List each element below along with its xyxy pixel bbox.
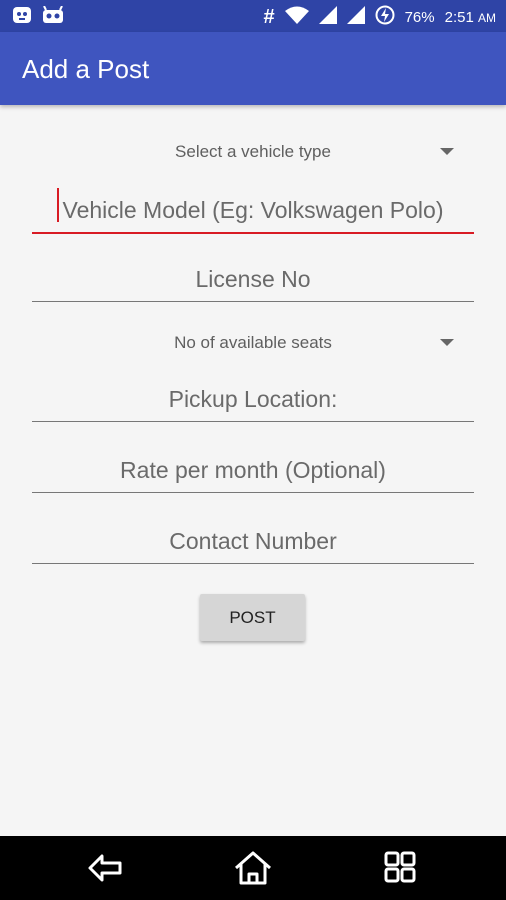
contact-field-container [32,519,474,564]
signal-icon [318,6,337,28]
back-icon[interactable] [84,848,128,888]
post-button[interactable]: POST [200,594,305,641]
clock: 2:51 AM [444,8,496,26]
seats-spinner[interactable]: No of available seats [32,325,474,361]
page-title: Add a Post [22,54,150,84]
pickup-field-container [32,377,474,422]
contact-number-field[interactable] [32,519,474,563]
text-cursor [57,188,59,222]
wifi-icon [284,6,309,28]
home-icon[interactable] [231,848,275,888]
hash-icon: # [263,5,275,28]
navigation-bar [0,836,506,900]
vehicle-type-spinner[interactable]: Select a vehicle type [32,134,474,170]
battery-percent: 76% [404,8,435,26]
recents-icon[interactable] [378,848,422,888]
pickup-location-field[interactable] [32,377,474,421]
status-bar: # 76% 2:51 AM [0,0,506,32]
seats-spinner-label: No of available seats [174,333,332,352]
license-field[interactable] [32,257,474,301]
rate-field[interactable] [32,448,474,492]
android-debug-icon [42,5,64,29]
app-notification-icon [12,6,32,29]
vehicle-type-spinner-label: Select a vehicle type [175,142,331,161]
rate-field-container [32,448,474,493]
vehicle-model-field[interactable] [32,188,474,232]
license-field-container [32,257,474,302]
battery-charging-icon [375,5,395,29]
signal-icon [346,6,365,28]
vehicle-model-field-container [32,188,474,234]
dropdown-arrow-icon [440,148,454,155]
app-bar: Add a Post [0,32,506,105]
dropdown-arrow-icon [440,339,454,346]
